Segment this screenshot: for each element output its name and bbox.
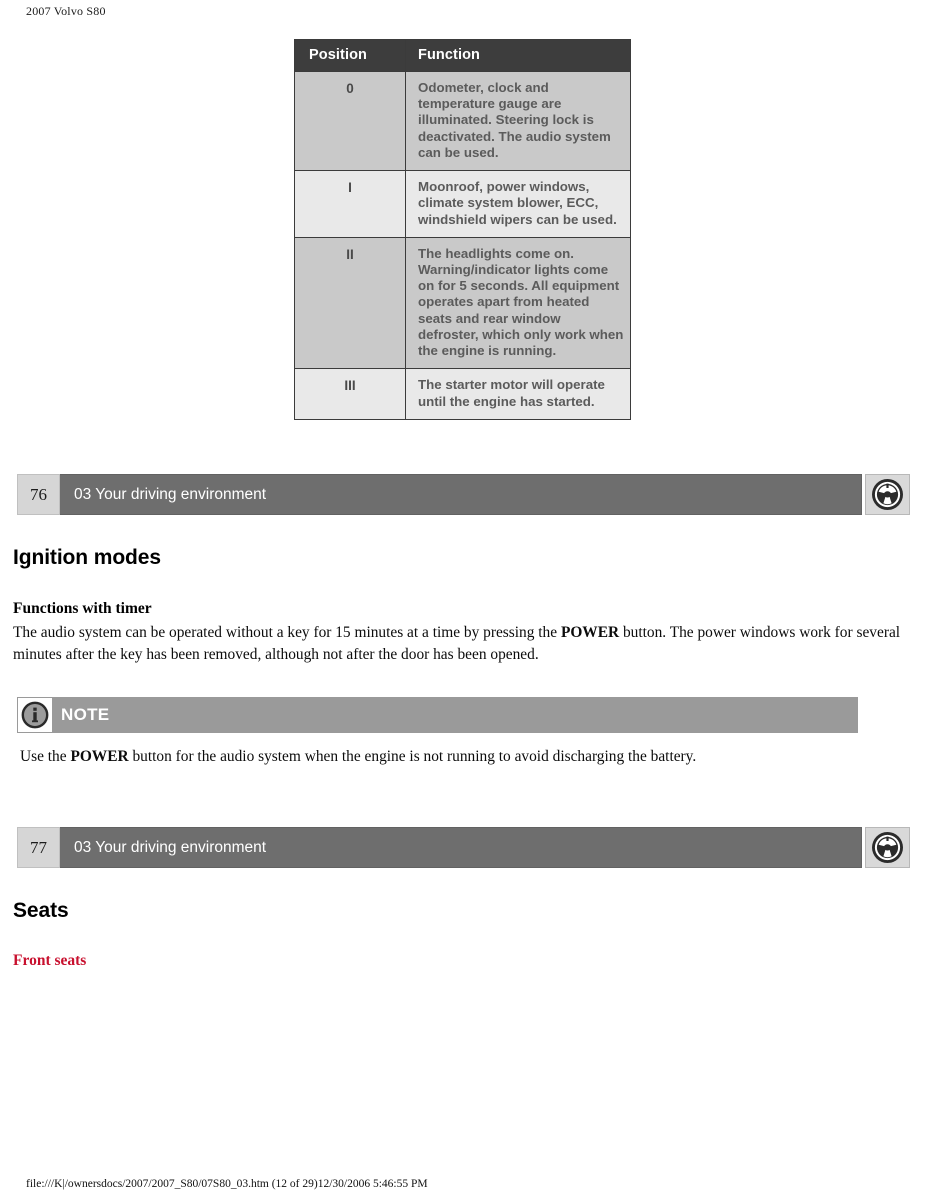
steering-wheel-icon <box>872 832 904 863</box>
cell-position: I <box>294 170 406 238</box>
chapter-label: 03 Your driving environment <box>59 474 863 515</box>
info-icon <box>21 701 49 729</box>
note-callout-bar: NOTE <box>17 697 858 733</box>
cell-function: Odometer, clock and temperature gauge ar… <box>405 70 631 172</box>
print-footer-url: file:///K|/ownersdocs/2007/2007_S80/07S8… <box>26 1178 428 1190</box>
page-number: 77 <box>17 827 60 868</box>
chapter-label: 03 Your driving environment <box>59 827 863 868</box>
steering-wheel-logo-box <box>865 474 910 515</box>
cell-position: 0 <box>294 70 406 172</box>
steering-wheel-logo-box <box>865 827 910 868</box>
cell-function: Moonroof, power windows, climate system … <box>405 170 631 238</box>
steering-wheel-icon <box>872 479 904 510</box>
page-footer-bar-76: 76 03 Your driving environment <box>17 474 910 515</box>
page-title-seats: Seats <box>13 899 69 922</box>
table-row: I Moonroof, power windows, climate syste… <box>294 170 631 238</box>
cell-position: II <box>294 236 406 370</box>
note-bold-power: POWER <box>70 748 129 765</box>
column-header-position: Position <box>294 39 406 72</box>
note-text-lead: Use the <box>20 748 71 765</box>
cell-function: The headlights come on. Warning/indicato… <box>405 236 631 370</box>
table-row: 0 Odometer, clock and temperature gauge … <box>294 70 631 172</box>
page-title-ignition-modes: Ignition modes <box>13 546 161 569</box>
table-header-row: Position Function <box>294 39 631 72</box>
cell-position: III <box>294 368 406 420</box>
note-label: NOTE <box>61 705 110 724</box>
table-row: II The headlights come on. Warning/indic… <box>294 236 631 370</box>
cell-function: The starter motor will operate until the… <box>405 368 631 420</box>
note-icon-box <box>18 698 52 732</box>
page-number: 76 <box>17 474 60 515</box>
running-header: 2007 Volvo S80 <box>26 4 106 18</box>
note-text-tail: button for the audio system when the eng… <box>128 748 697 765</box>
ignition-position-table: Position Function 0 Odometer, clock and … <box>294 39 631 420</box>
page-footer-bar-77: 77 03 Your driving environment <box>17 827 910 868</box>
subheading-functions-with-timer: Functions with timer <box>13 600 152 617</box>
subheading-front-seats: Front seats <box>13 952 87 969</box>
paragraph-text-lead: The audio system can be operated without… <box>13 624 561 641</box>
paragraph-note-body: Use the POWER button for the audio syste… <box>20 746 820 768</box>
column-header-function: Function <box>405 39 631 72</box>
table-row: III The starter motor will operate until… <box>294 368 631 420</box>
paragraph-ignition-timer: The audio system can be operated without… <box>13 622 910 666</box>
paragraph-bold-power: POWER <box>560 624 620 641</box>
